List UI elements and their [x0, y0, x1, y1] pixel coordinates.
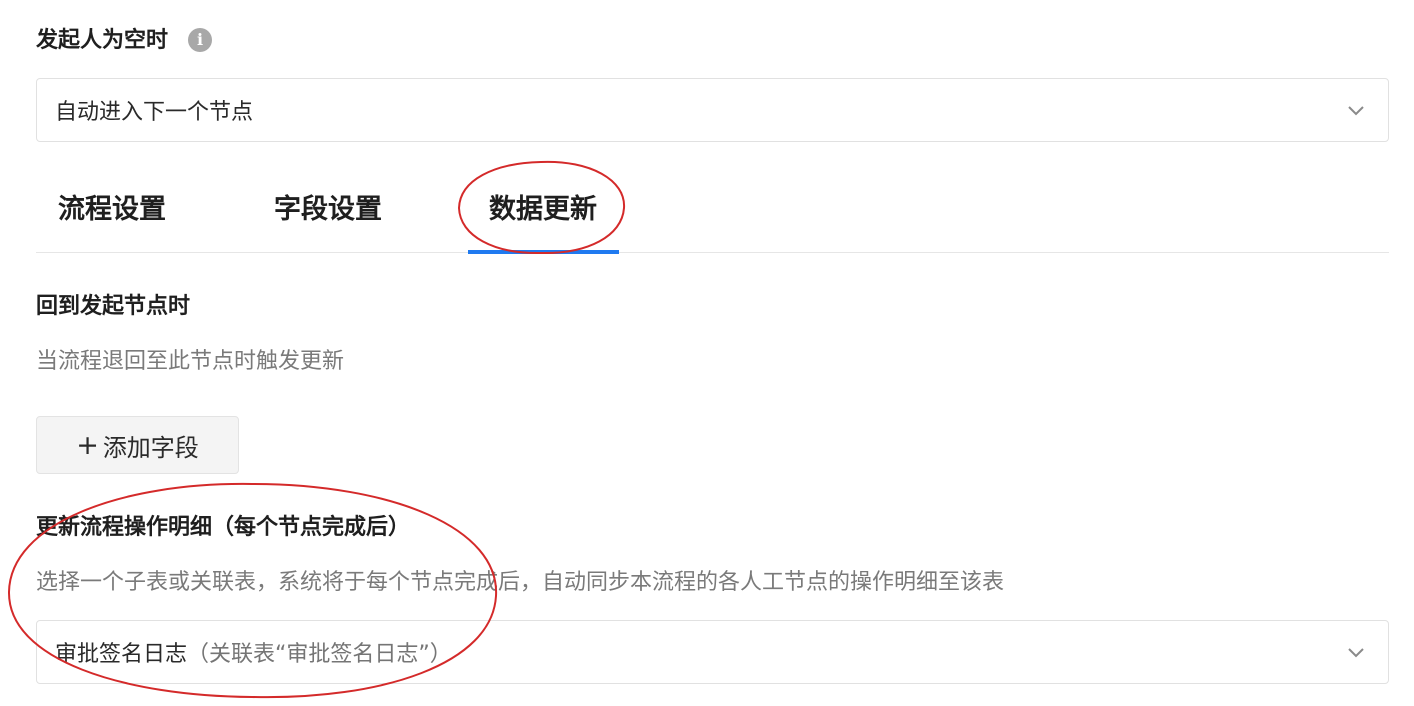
chevron-down-icon [1348, 648, 1364, 658]
return-to-start-title: 回到发起节点时 [36, 294, 191, 319]
tab-field-settings[interactable]: 字段设置 [274, 196, 382, 223]
tabs-divider [36, 252, 1389, 253]
selected-table-name: 审批签名日志 [55, 642, 188, 667]
tab-process-settings[interactable]: 流程设置 [58, 196, 166, 223]
initiator-empty-select[interactable]: 自动进入下一个节点 [36, 78, 1389, 142]
operation-detail-title: 更新流程操作明细（每个节点完成后） [36, 515, 411, 540]
add-field-label: 添加字段 [102, 433, 199, 462]
return-to-start-description: 当流程退回至此节点时触发更新 [36, 349, 345, 374]
chevron-down-icon [1348, 106, 1364, 116]
initiator-empty-select-value: 自动进入下一个节点 [55, 100, 254, 125]
operation-detail-description: 选择一个子表或关联表，系统将于每个节点完成后，自动同步本流程的各人工节点的操作明… [36, 570, 1005, 595]
operation-detail-select[interactable]: 审批签名日志 （关联表“审批签名日志”） [36, 620, 1389, 684]
selected-table-note: （关联表“审批签名日志”） [187, 642, 452, 667]
active-tab-indicator [468, 250, 619, 254]
tab-data-update[interactable]: 数据更新 [489, 196, 597, 223]
operation-detail-select-value: 审批签名日志 （关联表“审批签名日志”） [55, 621, 452, 683]
info-icon[interactable]: i [188, 28, 212, 52]
initiator-empty-title: 发起人为空时 [36, 28, 169, 53]
add-field-button[interactable]: + 添加字段 [36, 416, 239, 474]
plus-icon: + [76, 429, 99, 461]
